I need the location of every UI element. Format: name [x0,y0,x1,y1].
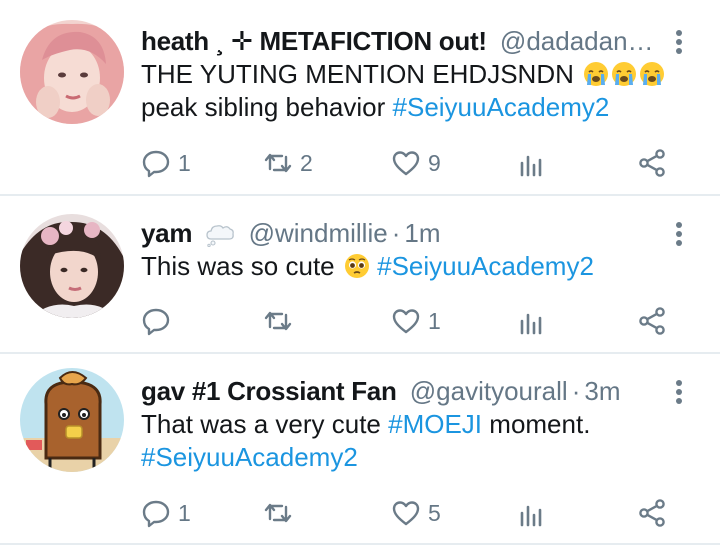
like-icon [392,151,420,176]
display-name[interactable]: heath ¸ ✛ METAFICTION out! [141,26,487,56]
like-count: 9 [428,149,441,176]
analytics-button[interactable] [514,143,546,183]
reply-button[interactable] [140,301,178,341]
more-icon[interactable] [672,380,686,406]
tweet-text: That was a very cute #MOEJI moment. #Sei… [141,409,591,472]
avatar[interactable] [20,20,124,124]
timestamp[interactable]: 1m [404,218,440,248]
crying-emoji-icon [584,62,609,86]
share-button[interactable] [636,143,668,183]
hashtag-link[interactable]: #SeiyuuAcademy2 [377,251,594,281]
more-icon[interactable] [672,222,686,248]
avatar[interactable] [20,368,124,472]
share-icon [639,499,665,527]
like-button[interactable]: 1 [390,301,441,341]
crying-emoji-icon [640,62,665,86]
reply-icon [142,150,170,178]
reply-button[interactable]: 1 [140,493,191,533]
user-handle[interactable]: @dadadan… [500,26,654,56]
analytics-icon [520,313,542,335]
reply-count: 1 [178,499,191,526]
hashtag-link[interactable]: #SeiyuuAcademy2 [141,442,358,472]
like-button[interactable]: 5 [390,493,441,533]
tweet-text: This was so cute #SeiyuuAcademy2 [141,251,594,281]
like-count: 1 [428,307,441,334]
like-button[interactable]: 9 [390,143,441,183]
share-icon [639,149,665,177]
tweet-text: THE YUTING MENTION EHDJSNDN peak sibling… [141,58,700,124]
retweet-button[interactable] [262,301,300,341]
share-icon [639,307,665,335]
user-handle[interactable]: @gavityourall [410,376,568,406]
reply-button[interactable]: 1 [140,143,191,183]
retweet-button[interactable]: 2 [262,143,313,183]
share-button[interactable] [636,493,668,533]
retweet-icon [264,311,292,331]
analytics-icon [520,155,542,177]
display-name[interactable]: yam [141,218,192,248]
tweet[interactable]: gav #1 Crossiant Fan @gavityourall · 3m Th… [0,354,720,545]
display-name[interactable]: gav #1 Crossiant Fan [141,376,397,406]
user-handle[interactable]: @windmillie [249,218,388,248]
tweet[interactable]: yam @windmillie · 1m This was so cute #Sei… [0,196,720,352]
hashtag-link[interactable]: #SeiyuuAcademy2 [393,92,610,122]
separator-dot: · [571,376,581,406]
share-button[interactable] [636,301,668,341]
retweet-button[interactable] [262,493,300,533]
analytics-icon [520,505,542,527]
analytics-button[interactable] [514,493,546,533]
hashtag-link[interactable]: #MOEJI [388,409,482,439]
more-icon[interactable] [672,30,686,56]
pleading-emoji-icon [344,254,369,278]
tweet[interactable]: heath ¸ ✛ METAFICTION out! @dadadan… THE… [0,0,720,194]
separator-dot: · [391,218,401,248]
timestamp[interactable]: 3m [584,376,620,406]
like-icon [392,309,420,334]
like-count: 5 [428,499,441,526]
analytics-button[interactable] [514,301,546,341]
like-icon [392,501,420,526]
retweet-icon [264,503,292,523]
retweet-count: 2 [300,149,313,176]
thought-bubble-icon [206,225,235,248]
reply-icon [142,308,170,336]
retweet-icon [264,153,292,173]
reply-count: 1 [178,149,191,176]
crying-emoji-icon [612,62,637,86]
reply-icon [142,500,170,528]
